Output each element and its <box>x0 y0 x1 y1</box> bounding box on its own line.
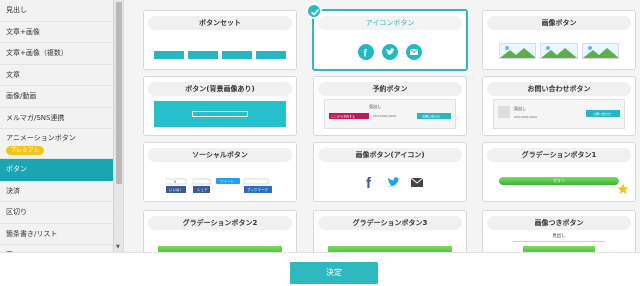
facebook-icon: f <box>364 175 376 189</box>
card-title: 画像ボタン <box>487 16 631 30</box>
sidebar-item-table[interactable]: 表 <box>0 245 123 252</box>
card-title: ボタン(背景画像あり) <box>148 82 292 96</box>
tweet-button-label: ツイート <box>220 180 234 184</box>
sidebar-item-divider[interactable]: 区切り <box>0 202 123 224</box>
contact-preview: 見出し 000-0000-0000 お問い合わせ <box>493 99 625 129</box>
card-title: 予約ボタン <box>318 82 462 96</box>
card-title: アイコンボタン <box>318 16 462 30</box>
sidebar-item-payment[interactable]: 決済 <box>0 181 123 202</box>
card-reservation-button[interactable]: 予約ボタン 見出し 000-0000-0000 ここから予約する お問い合わせ <box>313 76 467 136</box>
landscape-image-icon <box>581 43 619 59</box>
preview-heading: 見出し <box>514 105 526 111</box>
preview-heading: 見出し <box>552 234 566 239</box>
card-gradient-button-2[interactable]: グラデーションボタン2 <box>143 210 297 252</box>
sidebar-item-text-image[interactable]: 文章+画像 <box>0 22 123 43</box>
card-title: お問い合わせボタン <box>487 82 631 96</box>
card-title: ソーシャルボタン <box>148 148 292 162</box>
card-gradient-button-3[interactable]: グラデーションボタン3 <box>313 210 467 252</box>
card-icon-button[interactable]: アイコンボタン f <box>306 3 468 71</box>
preview-button <box>188 51 218 59</box>
bg-image-button-preview <box>154 101 286 127</box>
sidebar-item-newsletter-sns[interactable]: メルマガ/SNS連携 <box>0 108 123 129</box>
sidebar-item-heading[interactable]: 見出し <box>0 0 123 22</box>
card-button-bg-image[interactable]: ボタン(背景画像あり) <box>143 76 297 136</box>
sidebar-item-button[interactable]: ボタン <box>0 159 123 181</box>
preview-heading: 見出し <box>369 103 381 109</box>
sidebar-scrollbar[interactable]: ▼ <box>113 0 123 252</box>
card-title: 画像ボタン(アイコン) <box>318 148 462 162</box>
card-contact-button[interactable]: お問い合わせボタン 見出し 000-0000-0000 お問い合わせ <box>482 76 636 136</box>
preview-reserve-label: ここから予約する <box>331 114 355 119</box>
twitter-icon <box>382 44 398 60</box>
preview-button <box>154 51 184 59</box>
preview-phone: 000-0000-0000 <box>514 115 537 119</box>
card-button-set[interactable]: ボタンセット <box>143 10 297 70</box>
card-title: ボタンセット <box>148 16 292 30</box>
image-button-preview <box>499 43 619 59</box>
card-image-button-icon[interactable]: 画像ボタン(アイコン) f <box>313 142 467 202</box>
decide-button[interactable]: 決定 <box>290 262 378 284</box>
like-button-label: いいね！ <box>169 187 183 192</box>
block-grid: ボタンセット アイコンボタン f 画像ボタン ボタン(背景画像あり) 予約ボタン… <box>124 0 640 252</box>
svg-text:f: f <box>366 175 372 189</box>
block-picker-dialog: 見出し 文章+画像 文章+画像（複数） 文章 画像/動画 メルマガ/SNS連携 … <box>0 0 640 286</box>
facebook-icon: f <box>358 44 374 60</box>
card-title: 画像つきボタン <box>487 216 631 230</box>
card-gradient-button-1[interactable]: グラデーションボタン1 ボタン <box>482 142 636 202</box>
dialog-footer: 決定 <box>0 252 640 286</box>
mail-icon <box>410 175 424 189</box>
sidebar-item-list[interactable]: 箇条書き/リスト <box>0 224 123 245</box>
bookmark-button-label: ブックマーク <box>247 187 268 192</box>
sidebar-item-text[interactable]: 文章 <box>0 65 123 86</box>
category-sidebar: 見出し 文章+画像 文章+画像（複数） 文章 画像/動画 メルマガ/SNS連携 … <box>0 0 124 252</box>
gradient-button-preview: ボタン <box>499 177 619 185</box>
landscape-image-icon <box>540 43 578 59</box>
preview-button <box>256 51 286 59</box>
preview-button-label: ボタン <box>553 178 565 183</box>
card-title: グラデーションボタン1 <box>487 148 631 162</box>
like-count: 0 <box>174 180 176 184</box>
preview-text-line <box>513 241 605 242</box>
preview-contact-label: お問い合わせ <box>422 114 440 119</box>
star-icon <box>617 183 629 195</box>
button-set-preview <box>154 51 286 59</box>
sidebar-item-image-video[interactable]: 画像/動画 <box>0 86 123 108</box>
scroll-down-arrow-icon[interactable]: ▼ <box>116 244 120 250</box>
svg-text:f: f <box>364 49 368 60</box>
reservation-preview: 見出し 000-0000-0000 ここから予約する お問い合わせ <box>324 99 456 129</box>
preview-phone: 000-0000-0000 <box>373 114 396 118</box>
sidebar-item-text-image-multiple[interactable]: 文章+画像（複数） <box>0 43 123 65</box>
card-image-button[interactable]: 画像ボタン <box>482 10 636 70</box>
icon-image-preview: f <box>364 175 424 189</box>
twitter-icon <box>386 175 400 189</box>
sidebar-item-label: アニメーションボタン <box>6 134 76 142</box>
share-button-label: シェア <box>197 187 208 192</box>
card-title: グラデーションボタン2 <box>148 216 292 230</box>
sidebar-item-animation-button[interactable]: アニメーションボタン プレミアム <box>0 129 123 159</box>
preview-contact-label: お問い合わせ <box>593 111 611 116</box>
card-button-with-image[interactable]: 画像つきボタン 見出し <box>482 210 636 252</box>
premium-badge: プレミアム <box>6 146 44 155</box>
icon-button-preview: f <box>314 44 466 60</box>
preview-button <box>222 51 252 59</box>
card-title: グラデーションボタン3 <box>318 216 462 230</box>
scrollbar-thumb[interactable] <box>116 2 122 184</box>
card-social-button[interactable]: ソーシャルボタン 0 いいね！ シェア ツイート ブックマーク <box>143 142 297 202</box>
preview-button <box>192 111 248 117</box>
landscape-image-icon <box>499 43 537 59</box>
mail-icon <box>406 44 422 60</box>
social-button-preview: 0 いいね！ シェア ツイート ブックマーク <box>166 175 274 197</box>
